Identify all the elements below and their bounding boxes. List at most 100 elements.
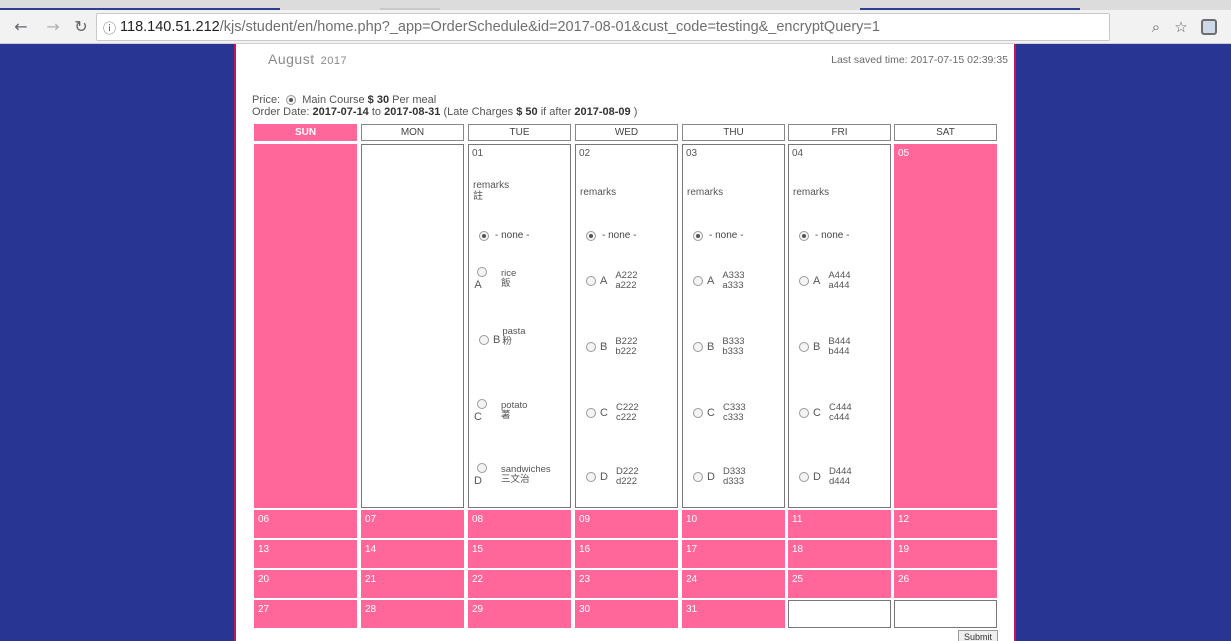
meal-option-a[interactable]: A A333 a333 xyxy=(693,271,745,291)
none-option[interactable]: - none - xyxy=(479,230,529,241)
day-number: 06 xyxy=(258,514,270,525)
day-cell-empty xyxy=(788,600,891,628)
meal-option-c[interactable]: C C222 c222 xyxy=(586,403,639,423)
day-cell: 12 xyxy=(894,510,997,538)
none-radio[interactable] xyxy=(479,230,489,241)
arrow-right-icon[interactable]: → xyxy=(42,16,64,38)
day-number: 17 xyxy=(686,544,698,555)
option-name-alt: c444 xyxy=(828,412,850,423)
day-cell: 06 xyxy=(254,510,357,538)
option-letter: D xyxy=(600,471,608,483)
day-number: 28 xyxy=(365,604,377,615)
remarks-label: remarks xyxy=(687,187,724,198)
meal-option-b[interactable]: B B222 b222 xyxy=(586,337,638,357)
meal-option-a[interactable]: A A222 a222 xyxy=(586,271,638,291)
meal-option-a[interactable]: A rice 飯 xyxy=(474,267,516,291)
day-cell-mon-empty xyxy=(361,144,464,508)
meal-option-c[interactable]: C C444 c444 xyxy=(799,403,852,423)
remarks-label: remarks xyxy=(580,187,617,198)
arrow-left-icon[interactable]: ← xyxy=(10,16,32,38)
late-prefix: (Late Charges xyxy=(443,106,514,118)
option-radio[interactable] xyxy=(693,408,703,418)
option-radio[interactable] xyxy=(693,472,703,482)
option-letter: D xyxy=(813,471,821,483)
option-letter: D xyxy=(707,471,715,483)
price-course: Main Course xyxy=(302,94,365,106)
star-icon[interactable]: ☆ xyxy=(1170,16,1192,38)
day-number: 21 xyxy=(365,574,377,585)
meal-option-d[interactable]: D D222 d222 xyxy=(586,467,639,487)
none-radio[interactable] xyxy=(586,230,596,241)
tab-strip-edge xyxy=(380,8,440,10)
meal-option-d[interactable]: D D333 d333 xyxy=(693,467,746,487)
meal-option-b[interactable]: B B333 b333 xyxy=(693,337,745,357)
zoom-icon[interactable]: ⌕ xyxy=(1145,16,1167,38)
option-name-cn: 飯 xyxy=(501,278,511,289)
day-number: 16 xyxy=(579,544,591,555)
extension-icon[interactable] xyxy=(1198,16,1220,38)
option-radio[interactable] xyxy=(477,463,487,473)
day-number: 31 xyxy=(686,604,698,615)
option-radio[interactable] xyxy=(586,408,596,418)
option-radio[interactable] xyxy=(693,342,703,352)
none-option[interactable]: - none - xyxy=(693,230,743,241)
meal-option-b[interactable]: B pasta 粉 xyxy=(479,327,526,347)
info-icon[interactable]: ⓘ xyxy=(103,18,116,37)
option-radio[interactable] xyxy=(586,342,596,352)
month-name: August xyxy=(268,51,315,67)
address-bar[interactable]: ⓘ 118.140.51.212/kjs/student/en/home.php… xyxy=(96,13,1110,41)
late-suffix: ) xyxy=(633,106,638,118)
late-mid: if after xyxy=(540,106,572,118)
option-letter: D xyxy=(474,475,482,487)
order-date-label: Order Date: xyxy=(252,106,310,118)
option-radio[interactable] xyxy=(477,267,487,277)
option-radio[interactable] xyxy=(799,276,809,286)
day-number: 05 xyxy=(898,148,910,159)
none-option[interactable]: - none - xyxy=(586,230,636,241)
remarks-text: remarks 註 xyxy=(473,180,509,202)
option-radio[interactable] xyxy=(693,276,703,286)
meal-option-d[interactable]: D sandwiches 三文治 xyxy=(474,463,551,487)
day-number: 19 xyxy=(898,544,910,555)
option-name-alt: b444 xyxy=(828,346,850,357)
meal-option-a[interactable]: A A444 a444 xyxy=(799,271,851,291)
submit-button[interactable]: Submit xyxy=(958,630,998,641)
option-radio[interactable] xyxy=(799,472,809,482)
day-number: 24 xyxy=(686,574,698,585)
day-number: 07 xyxy=(365,514,377,525)
day-cell: 23 xyxy=(575,570,678,598)
option-name-alt: a444 xyxy=(828,280,850,291)
meal-option-c[interactable]: C potato 薯 xyxy=(474,399,527,423)
option-radio[interactable] xyxy=(586,472,596,482)
day-cell: 26 xyxy=(894,570,997,598)
none-radio[interactable] xyxy=(799,230,809,241)
option-radio[interactable] xyxy=(477,399,487,409)
day-cell: 18 xyxy=(788,540,891,568)
day-number: 14 xyxy=(365,544,377,555)
day-number: 26 xyxy=(898,574,910,585)
order-schedule-panel: August 2017 Last saved time: 2017-07-15 0… xyxy=(234,44,1016,641)
url-host: 118.140.51.212 xyxy=(120,19,220,35)
day-number: 23 xyxy=(579,574,591,585)
option-radio[interactable] xyxy=(586,276,596,286)
day-cell: 28 xyxy=(361,600,464,628)
day-number: 08 xyxy=(472,514,484,525)
day-cell: 22 xyxy=(468,570,571,598)
option-name-alt: c333 xyxy=(722,412,744,423)
meal-option-d[interactable]: D D444 d444 xyxy=(799,467,852,487)
meal-option-c[interactable]: C C333 c333 xyxy=(693,403,746,423)
option-letter: A xyxy=(600,275,608,287)
none-option[interactable]: - none - xyxy=(799,230,849,241)
option-radio[interactable] xyxy=(479,335,489,345)
tab-strip xyxy=(0,0,1231,10)
meal-option-b[interactable]: B B444 b444 xyxy=(799,337,851,357)
main-course-radio[interactable] xyxy=(286,95,297,106)
none-radio[interactable] xyxy=(693,230,703,241)
option-letter: B xyxy=(600,341,608,353)
reload-icon[interactable]: ↻ xyxy=(70,16,92,38)
day-number: 27 xyxy=(258,604,270,615)
option-radio[interactable] xyxy=(799,408,809,418)
option-radio[interactable] xyxy=(799,342,809,352)
day-cell: 09 xyxy=(575,510,678,538)
day-cell-05: 05 xyxy=(894,144,997,508)
